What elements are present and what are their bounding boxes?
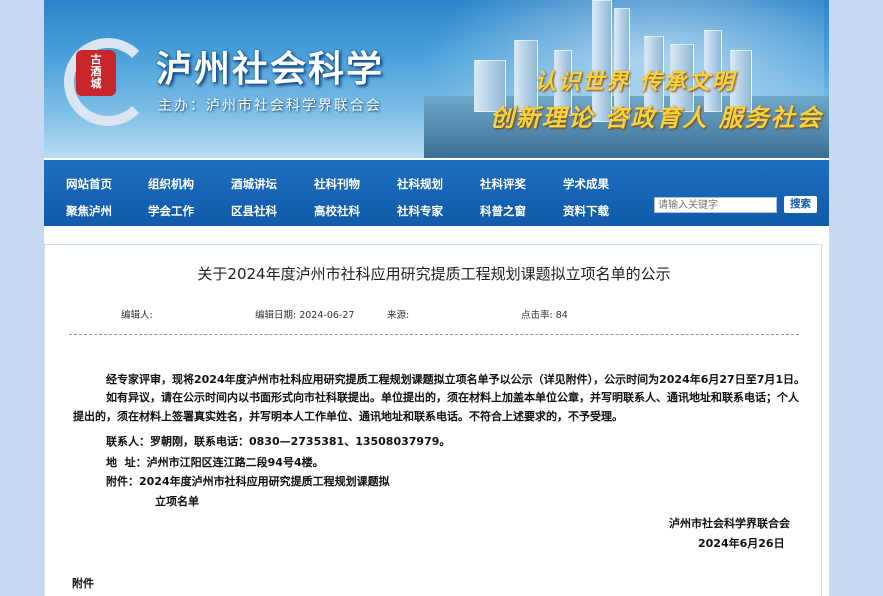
nav-item-society-work[interactable]: 学会工作	[148, 203, 194, 219]
nav-item-journals[interactable]: 社科刊物	[314, 176, 360, 192]
article-attachment-line-2: 立项名单	[155, 495, 199, 508]
slogan-line-1: 认识世界 传承文明	[534, 70, 736, 95]
article-signer: 泸州市社会科学界联合会	[669, 517, 790, 530]
article-para-2: 如有异议，请在公示时间内以书面形式向市社科联提出。单位提出的，须在材料上加盖本单…	[73, 391, 799, 423]
nav-item-lecture[interactable]: 酒城讲坛	[231, 176, 277, 192]
nav-item-university[interactable]: 高校社科	[314, 203, 360, 219]
meta-source: 来源:	[387, 310, 410, 321]
nav-item-awards[interactable]: 社科评奖	[480, 176, 526, 192]
article-title: 关于2024年度泸州市社科应用研究提质工程规划课题拟立项名单的公示	[197, 265, 671, 283]
article-attachment-line-1: 附件：2024年度泸州市社科应用研究提质工程规划课题拟	[106, 475, 390, 488]
article-panel: 关于2024年度泸州市社科应用研究提质工程规划课题拟立项名单的公示 编辑人: 编…	[44, 244, 822, 596]
nav-item-achievements[interactable]: 学术成果	[563, 176, 609, 192]
attachment-heading: 附件	[72, 577, 94, 590]
nav-item-organization[interactable]: 组织机构	[148, 176, 194, 192]
slogan-line-2: 创新理论 咨政育人 服务社会	[490, 104, 823, 132]
article-para-1: 经专家评审，现将2024年度泸州市社科应用研究提质工程规划课题拟立项名单予以公示…	[106, 373, 805, 386]
page-wrapper: 古酒城 泸州社会科学 主办：泸州市社会科学界联合会 认识世界 传承文明 创新理论…	[44, 0, 829, 596]
site-banner: 古酒城 泸州社会科学 主办：泸州市社会科学界联合会 认识世界 传承文明 创新理论…	[44, 0, 829, 158]
nav-item-science-window[interactable]: 科普之窗	[480, 203, 526, 219]
meta-editor: 编辑人:	[121, 310, 153, 321]
logo-seal: 古酒城	[76, 50, 116, 96]
main-nav: 网站首页 组织机构 酒城讲坛 社科刊物 社科规划 社科评奖 学术成果 聚焦泸州 …	[44, 160, 829, 226]
article-contact: 联系人：罗朝刚，联系电话：0830—2735381、13508037979。	[106, 435, 451, 448]
nav-item-home[interactable]: 网站首页	[66, 176, 112, 192]
nav-item-experts[interactable]: 社科专家	[397, 203, 443, 219]
article-sign-date: 2024年6月26日	[698, 537, 785, 550]
site-title: 泸州社会科学	[156, 49, 385, 90]
article-address: 地 址：泸州市江阳区连江路二段94号4楼。	[106, 456, 324, 469]
nav-item-downloads[interactable]: 资料下载	[563, 203, 609, 219]
meta-date: 编辑日期: 2024-06-27	[255, 310, 355, 321]
nav-item-planning[interactable]: 社科规划	[397, 176, 443, 192]
nav-item-focus-luzhou[interactable]: 聚焦泸州	[66, 203, 112, 219]
meta-clicks: 点击率: 84	[521, 310, 568, 321]
nav-item-county[interactable]: 区县社科	[231, 203, 277, 219]
search-button[interactable]: 搜索	[784, 196, 817, 213]
search-input[interactable]	[654, 197, 777, 213]
meta-divider	[69, 334, 799, 335]
site-subtitle: 主办：泸州市社会科学界联合会	[158, 98, 382, 114]
